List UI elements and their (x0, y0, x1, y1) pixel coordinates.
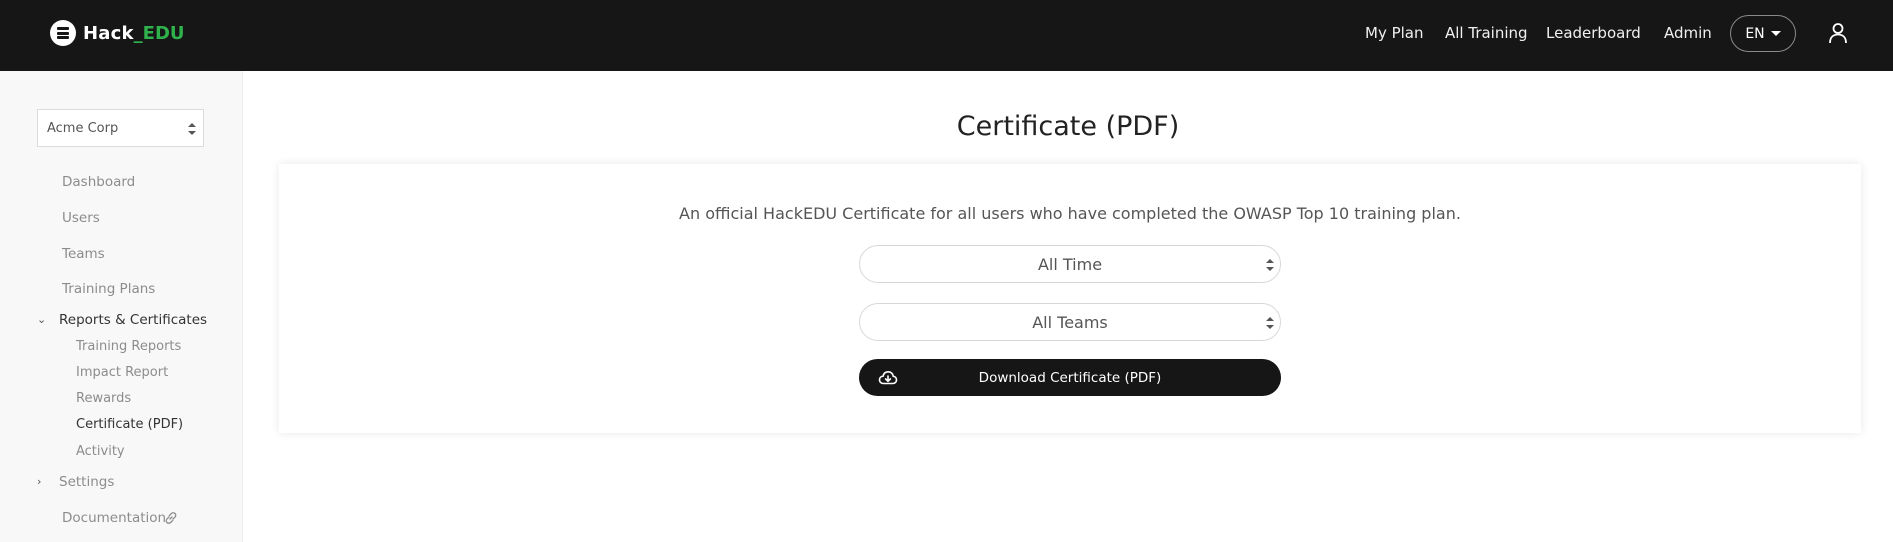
download-certificate-label: Download Certificate (PDF) (978, 369, 1162, 386)
sidebar-item-certificate-pdf[interactable]: Certificate (PDF) (76, 417, 183, 433)
select-arrows-icon (1266, 259, 1274, 271)
language-dropdown[interactable]: EN (1730, 15, 1796, 52)
organization-select[interactable]: Acme Corp (37, 109, 204, 147)
admin-sidebar: Acme Corp Dashboard Users Teams Training… (0, 71, 243, 542)
chevron-down-icon: ⌄ (37, 313, 47, 326)
language-label: EN (1745, 25, 1765, 42)
sidebar-item-teams[interactable]: Teams (62, 246, 105, 262)
select-arrows-icon (1266, 317, 1274, 329)
cloud-download-icon (878, 370, 898, 385)
nav-my-plan[interactable]: My Plan (1365, 24, 1424, 42)
nav-admin[interactable]: Admin (1664, 24, 1712, 42)
chevron-right-icon: › (37, 475, 42, 488)
time-range-select-value: All Time (1037, 254, 1103, 274)
sidebar-item-users[interactable]: Users (62, 210, 100, 226)
time-range-select[interactable]: All Time (859, 245, 1281, 283)
select-arrows-icon (188, 123, 196, 135)
sidebar-item-rewards[interactable]: Rewards (76, 391, 131, 407)
nav-leaderboard[interactable]: Leaderboard (1546, 24, 1641, 42)
nav-all-training[interactable]: All Training (1445, 24, 1528, 42)
team-select[interactable]: All Teams (859, 303, 1281, 341)
download-certificate-button[interactable]: Download Certificate (PDF) (859, 359, 1281, 396)
sidebar-group-reports-label: Reports & Certificates (59, 312, 208, 328)
sidebar-item-documentation[interactable]: Documentation (62, 510, 166, 526)
hamburger-logo-icon (50, 20, 76, 46)
brand-accent: _EDU (133, 22, 185, 44)
caret-down-icon (1770, 31, 1781, 36)
sidebar-group-reports[interactable]: ⌄ Reports & Certificates (37, 312, 207, 328)
user-icon[interactable] (1828, 22, 1848, 44)
external-link-icon[interactable] (164, 511, 178, 525)
team-select-value: All Teams (1032, 312, 1108, 332)
sidebar-group-settings-label: Settings (59, 474, 115, 490)
certificate-card: An official HackEDU Certificate for all … (279, 164, 1861, 433)
top-navbar: Hack _EDU My Plan All Training Leaderboar… (0, 0, 1893, 71)
sidebar-item-dashboard[interactable]: Dashboard (62, 174, 135, 190)
brand-logo[interactable]: Hack _EDU (50, 20, 185, 46)
sidebar-item-activity[interactable]: Activity (76, 444, 125, 460)
organization-select-value: Acme Corp (47, 120, 119, 136)
sidebar-item-training-reports[interactable]: Training Reports (76, 339, 181, 355)
certificate-description: An official HackEDU Certificate for all … (679, 204, 1461, 223)
sidebar-group-settings[interactable]: › Settings (37, 474, 114, 490)
brand-name: Hack (83, 22, 134, 44)
sidebar-item-training-plans[interactable]: Training Plans (62, 281, 155, 297)
page-title: Certificate (PDF) (956, 111, 1180, 142)
sidebar-item-impact-report[interactable]: Impact Report (76, 365, 168, 381)
